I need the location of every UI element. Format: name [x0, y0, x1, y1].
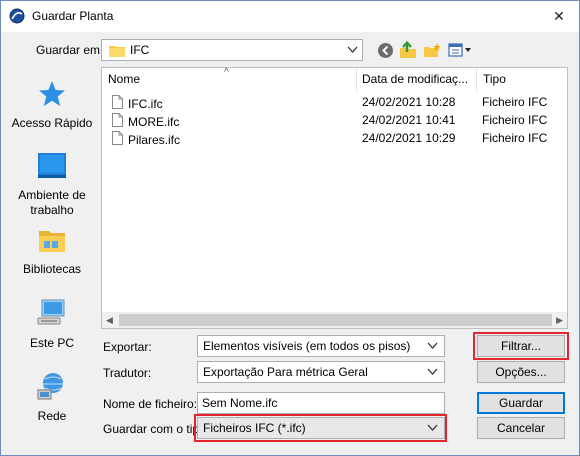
file-row[interactable]: Pilares.ifc 24/02/2021 10:29 Ficheiro IF…: [102, 130, 567, 148]
libraries-icon: [36, 231, 68, 258]
up-folder-icon[interactable]: [398, 40, 418, 60]
file-row[interactable]: MORE.ifc 24/02/2021 10:41 Ficheiro IFC: [102, 112, 567, 130]
horizontal-scrollbar[interactable]: ◀ ▶: [101, 312, 568, 329]
star-icon: [37, 81, 67, 112]
scroll-thumb[interactable]: [119, 314, 552, 326]
filename-value: Sem Nome.ifc: [202, 396, 278, 410]
file-name: Pilares.ifc: [128, 132, 181, 147]
chevron-down-icon: [427, 366, 438, 380]
file-type: Ficheiro IFC: [482, 95, 548, 109]
column-label-type: Tipo: [483, 72, 506, 86]
chevron-down-icon: [347, 44, 358, 58]
file-name: MORE.ifc: [128, 114, 180, 129]
view-menu-icon[interactable]: [447, 40, 473, 60]
filename-input[interactable]: Sem Nome.ifc: [197, 392, 445, 414]
options-button[interactable]: Opções...: [477, 361, 565, 383]
translator-select[interactable]: Exportação Para métrica Geral: [197, 361, 445, 383]
file-icon: [112, 95, 123, 112]
place-quick-access[interactable]: Acesso Rápido: [6, 79, 98, 131]
desktop-icon: [36, 153, 68, 184]
place-label: Rede: [37, 409, 67, 423]
place-label: Acesso Rápido: [11, 116, 93, 130]
place-label: Bibliotecas: [22, 262, 82, 276]
save-dialog: Guardar Planta ✕ Guardar em: IFC Acesso …: [0, 0, 580, 456]
export-select[interactable]: Elementos visíveis (em todos os pisos): [197, 335, 445, 357]
column-header-type[interactable]: Tipo: [477, 68, 567, 92]
column-label-date: Data de modificaç...: [362, 72, 469, 86]
file-type: Ficheiro IFC: [482, 113, 548, 127]
file-date: 24/02/2021 10:28: [362, 95, 456, 109]
file-type: Ficheiro IFC: [482, 131, 548, 145]
save-button[interactable]: Guardar: [477, 392, 565, 414]
file-row[interactable]: IFC.ifc 24/02/2021 10:28 Ficheiro IFC: [102, 94, 567, 112]
file-date: 24/02/2021 10:41: [362, 113, 456, 127]
save-in-combo[interactable]: IFC: [101, 39, 363, 61]
file-icon: [112, 113, 123, 130]
title-bar: Guardar Planta ✕: [1, 1, 579, 32]
column-header-name[interactable]: ^ Nome: [102, 67, 357, 92]
column-header-date[interactable]: Data de modificaç...: [357, 68, 477, 92]
export-value: Elementos visíveis (em todos os pisos): [203, 339, 411, 353]
file-name: IFC.ifc: [128, 96, 163, 111]
filename-label: Nome de ficheiro:: [103, 397, 198, 411]
back-icon[interactable]: [375, 40, 395, 60]
close-icon: ✕: [553, 7, 565, 24]
translator-value: Exportação Para métrica Geral: [203, 365, 368, 379]
pc-icon: [36, 299, 68, 332]
save-in-folder: IFC: [130, 43, 150, 57]
cancel-button[interactable]: Cancelar: [477, 417, 565, 439]
network-icon: [36, 373, 68, 405]
filetype-highlight: [194, 414, 447, 442]
place-libraries[interactable]: Bibliotecas: [6, 225, 98, 277]
close-button[interactable]: ✕: [541, 2, 577, 30]
new-folder-icon[interactable]: [422, 40, 442, 60]
folder-icon: [109, 44, 125, 60]
window-title: Guardar Planta: [32, 9, 114, 23]
scroll-right-icon[interactable]: ▶: [556, 315, 563, 326]
export-label: Exportar:: [103, 340, 152, 354]
sort-caret-icon: ^: [224, 67, 229, 78]
places-bar: Acesso Rápido Ambiente de trabalho Bibli…: [6, 67, 98, 427]
chevron-down-icon: [427, 340, 438, 354]
column-label-name: Nome: [108, 72, 141, 86]
file-list[interactable]: ^ Nome Data de modificaç... Tipo IFC.ifc…: [101, 67, 568, 327]
save-in-label: Guardar em:: [36, 43, 104, 57]
scroll-left-icon[interactable]: ◀: [106, 315, 113, 326]
filter-highlight: [473, 332, 569, 360]
place-network[interactable]: Rede: [6, 370, 98, 424]
place-label: Este PC: [29, 336, 74, 350]
app-icon: [9, 8, 25, 24]
place-label: Ambiente de trabalho: [18, 188, 86, 217]
place-desktop[interactable]: Ambiente de trabalho: [6, 151, 98, 218]
file-date: 24/02/2021 10:29: [362, 131, 456, 145]
file-icon: [112, 131, 123, 148]
place-this-pc[interactable]: Este PC: [6, 297, 98, 351]
translator-label: Tradutor:: [103, 366, 152, 380]
